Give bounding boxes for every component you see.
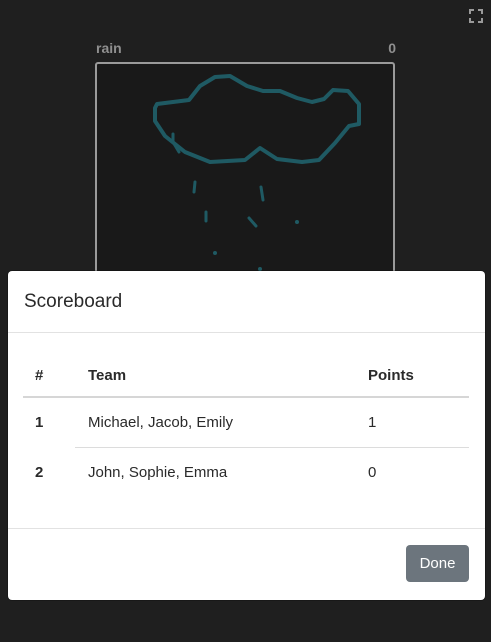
row-points: 0 bbox=[368, 464, 377, 481]
done-button[interactable]: Done bbox=[406, 545, 469, 582]
row-rank: 1 bbox=[35, 414, 44, 431]
cloud-stroke bbox=[153, 74, 361, 164]
game-screen: rain 0 Scoreboard # Team Points 1 Michae… bbox=[0, 0, 491, 642]
table-header: # Team Points bbox=[23, 352, 469, 398]
row-rank: 2 bbox=[35, 464, 44, 481]
scoreboard-table: # Team Points 1 Michael, Jacob, Emily 1 … bbox=[23, 352, 469, 497]
modal-header: Scoreboard bbox=[8, 271, 485, 333]
fullscreen-icon[interactable] bbox=[468, 8, 484, 24]
modal-footer: Done bbox=[8, 529, 485, 599]
column-header-team: Team bbox=[88, 367, 127, 384]
modal-title: Scoreboard bbox=[24, 290, 123, 312]
word-label: rain bbox=[96, 40, 122, 56]
score-label: 0 bbox=[388, 40, 396, 56]
scoreboard-modal: Scoreboard # Team Points 1 Michael, Jaco… bbox=[8, 271, 485, 600]
row-points: 1 bbox=[368, 414, 377, 431]
row-team: Michael, Jacob, Emily bbox=[88, 414, 234, 431]
modal-body: # Team Points 1 Michael, Jacob, Emily 1 … bbox=[8, 333, 485, 529]
column-header-rank: # bbox=[35, 367, 44, 384]
table-row: 2 John, Sophie, Emma 0 bbox=[35, 447, 469, 497]
row-team: John, Sophie, Emma bbox=[88, 464, 228, 481]
column-header-points: Points bbox=[368, 367, 414, 384]
table-row: 1 Michael, Jacob, Emily 1 bbox=[23, 398, 469, 447]
